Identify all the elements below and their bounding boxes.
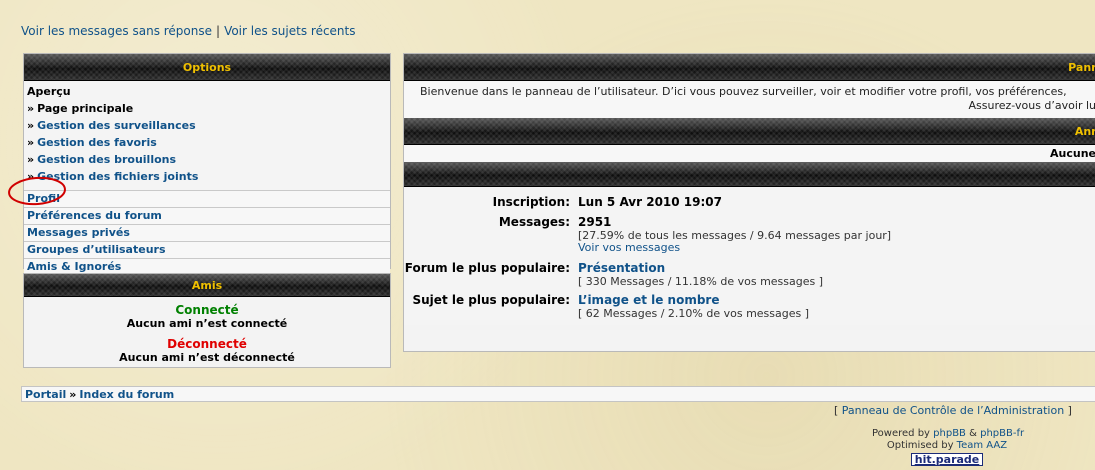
overview-title: Aperçu bbox=[27, 85, 71, 98]
options-panel: Options Aperçu » Page principale » Gestion… bbox=[23, 53, 391, 275]
friends-online-label: Connecté bbox=[175, 303, 239, 317]
overview-item-watches[interactable]: » Gestion des surveillances bbox=[27, 117, 387, 134]
friends-offline-label: Déconnecté bbox=[167, 337, 247, 351]
top-links: Voir les messages sans réponse | Voir les … bbox=[21, 24, 356, 38]
breadcrumb-forum-index[interactable]: Index du forum bbox=[79, 388, 174, 401]
welcome-message: Bienvenue dans le panneau de l’utilisate… bbox=[404, 81, 1095, 118]
stat-value: 2951 bbox=[578, 215, 612, 229]
options-header: Options bbox=[24, 54, 390, 81]
optimised-by-text: Optimised by bbox=[886, 440, 954, 451]
stat-popular-forum: Forum le plus populaire: Présentation [ … bbox=[404, 261, 1095, 293]
overview-item-bookmarks[interactable]: » Gestion des favoris bbox=[27, 134, 387, 151]
overview-item-main-page: » Page principale bbox=[27, 100, 387, 117]
acp-link-wrapper: [ Panneau de Contrôle de l’Administratio… bbox=[834, 404, 1072, 417]
options-row-usergroups[interactable]: Groupes d’utilisateurs bbox=[24, 241, 390, 258]
options-row-preferences[interactable]: Préférences du forum bbox=[24, 207, 390, 224]
acp-bracket-close: ] bbox=[1067, 404, 1072, 417]
powered-by-text: Powered by bbox=[872, 428, 930, 439]
raquo-icon: » bbox=[27, 153, 35, 166]
stats-header bbox=[404, 162, 1095, 187]
welcome-line-2: Assurez-vous d’avoir lu bbox=[968, 99, 1095, 112]
overview-item-attachments[interactable]: » Gestion des fichiers joints bbox=[27, 168, 387, 185]
stat-inscription: Inscription: Lun 5 Avr 2010 19:07 bbox=[404, 195, 1095, 215]
overview-item-label: Page principale bbox=[37, 102, 134, 115]
announcements-value: Aucune bbox=[404, 145, 1095, 162]
popular-forum-link[interactable]: Présentation bbox=[578, 261, 823, 276]
breadcrumb: Portail» Index du forum bbox=[21, 386, 1095, 402]
recent-topics-link[interactable]: Voir les sujets récents bbox=[224, 24, 355, 38]
ucp-main-panel: Pann Bienvenue dans le panneau de l’util… bbox=[403, 53, 1095, 352]
powered-by-line: Powered by phpBB & phpBB-fr bbox=[872, 428, 1024, 440]
overview-item-label[interactable]: Gestion des surveillances bbox=[37, 119, 196, 132]
raquo-icon: » bbox=[27, 119, 35, 132]
breadcrumb-separator: » bbox=[69, 388, 77, 401]
overview-section: Aperçu » Page principale » Gestion des sur… bbox=[24, 81, 390, 190]
friends-offline-none: Aucun ami n’est déconnecté bbox=[119, 351, 295, 364]
stat-popular-topic: Sujet le plus populaire: L’image et le n… bbox=[404, 293, 1095, 325]
announcements-header: Ann bbox=[404, 118, 1095, 145]
friends-header: Amis bbox=[24, 274, 390, 297]
main-header: Pann bbox=[404, 54, 1095, 81]
view-your-posts-link[interactable]: Voir vos messages bbox=[578, 242, 891, 254]
hit-parade-badge[interactable]: hit.parade bbox=[910, 453, 984, 466]
overview-item-drafts[interactable]: » Gestion des brouillons bbox=[27, 151, 387, 168]
optimised-by-line: Optimised by Team AAZ bbox=[872, 440, 1022, 452]
raquo-icon: » bbox=[27, 136, 35, 149]
friends-body: Connecté Aucun ami n’est connecté Déconn… bbox=[24, 297, 390, 365]
raquo-icon: » bbox=[27, 170, 35, 183]
powered-by-amp: & bbox=[969, 428, 977, 439]
friends-panel: Amis Connecté Aucun ami n’est connecté D… bbox=[23, 273, 391, 368]
badge-line: hit.parade bbox=[872, 452, 1022, 466]
stat-label: Sujet le plus populaire: bbox=[412, 293, 571, 307]
raquo-icon: » bbox=[27, 102, 35, 115]
team-aaz-link[interactable]: Team AAZ bbox=[957, 440, 1007, 451]
friends-online-none: Aucun ami n’est connecté bbox=[126, 317, 288, 330]
stat-detail: [ 62 Messages / 2.10% de vos messages ] bbox=[578, 307, 810, 320]
top-links-separator: | bbox=[216, 24, 221, 38]
stat-label: Forum le plus populaire: bbox=[404, 261, 570, 275]
overview-item-label[interactable]: Gestion des brouillons bbox=[37, 153, 176, 166]
phpbb-fr-link[interactable]: phpBB-fr bbox=[980, 428, 1024, 439]
stat-value: Lun 5 Avr 2010 19:07 bbox=[578, 195, 722, 209]
stat-label: Inscription: bbox=[492, 195, 570, 209]
options-row-private-messages[interactable]: Messages privés bbox=[24, 224, 390, 241]
overview-item-label[interactable]: Gestion des favoris bbox=[37, 136, 157, 149]
user-stats: Inscription: Lun 5 Avr 2010 19:07 Messag… bbox=[404, 187, 1095, 325]
welcome-line-1: Bienvenue dans le panneau de l’utilisate… bbox=[420, 85, 1067, 98]
popular-topic-link[interactable]: L’image et le nombre bbox=[578, 293, 809, 308]
overview-item-label[interactable]: Gestion des fichiers joints bbox=[37, 170, 198, 183]
options-row-profile[interactable]: Profil bbox=[24, 190, 390, 207]
unanswered-link[interactable]: Voir les messages sans réponse bbox=[21, 24, 212, 38]
acp-bracket-open: [ bbox=[834, 404, 839, 417]
footer: Powered by phpBB & phpBB-fr Optimised by… bbox=[872, 428, 1024, 466]
stat-label: Messages: bbox=[498, 215, 570, 229]
breadcrumb-portal[interactable]: Portail bbox=[25, 388, 66, 401]
phpbb-link[interactable]: phpBB bbox=[933, 428, 966, 439]
acp-link[interactable]: Panneau de Contrôle de l’Administration bbox=[842, 404, 1064, 417]
stat-detail: [ 330 Messages / 11.18% de vos messages … bbox=[578, 275, 824, 288]
stat-messages: Messages: 2951 [27.59% de tous les messa… bbox=[404, 215, 1095, 261]
